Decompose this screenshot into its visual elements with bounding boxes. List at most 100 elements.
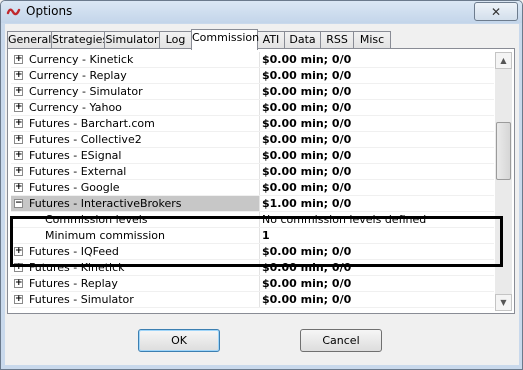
category-row[interactable]: + Currency - Simulator $0.00 min; 0/0 — [11, 84, 494, 100]
category-row[interactable]: + Futures - Google $0.00 min; 0/0 — [11, 180, 494, 196]
expand-icon[interactable]: + — [14, 87, 23, 96]
expand-icon[interactable]: + — [14, 279, 23, 288]
row-label: Futures - Kinetick — [29, 261, 125, 274]
expand-icon[interactable]: + — [14, 167, 23, 176]
row-label: Currency - Simulator — [29, 85, 143, 98]
category-row[interactable]: + Currency - Replay $0.00 min; 0/0 — [11, 68, 494, 84]
expand-icon[interactable]: + — [14, 247, 23, 256]
value-cell[interactable]: $0.00 min; 0/0 — [260, 260, 494, 275]
expand-icon[interactable]: + — [14, 151, 23, 160]
row-label: Futures - Barchart.com — [29, 117, 155, 130]
scrollbar-thumb[interactable] — [496, 122, 511, 180]
row-label: Futures - Simulator — [29, 293, 134, 306]
tab-simulator[interactable]: Simulator — [104, 31, 160, 48]
value-cell[interactable]: $0.00 min; 0/0 — [260, 68, 494, 83]
expand-icon[interactable]: + — [14, 55, 23, 64]
tab-general[interactable]: General — [7, 31, 52, 48]
row-value: 1 — [262, 229, 270, 242]
tab-misc[interactable]: Misc — [353, 31, 391, 48]
category-row[interactable]: + Futures - Replay $0.00 min; 0/0 — [11, 276, 494, 292]
expand-icon[interactable]: + — [14, 71, 23, 80]
tab-strategies[interactable]: Strategies — [51, 31, 108, 48]
name-cell: + Currency - Kinetick — [11, 52, 260, 67]
row-label: Currency - Replay — [29, 69, 127, 82]
expand-icon[interactable]: + — [14, 263, 23, 272]
value-cell[interactable]: $1.00 min; 0/0 — [260, 196, 494, 211]
value-cell[interactable]: $0.00 min; 0/0 — [260, 164, 494, 179]
row-label: Futures - InteractiveBrokers — [29, 197, 182, 210]
value-cell[interactable]: $0.00 min; 0/0 — [260, 100, 494, 115]
scroll-up-button[interactable]: ▲ — [495, 52, 512, 69]
property-row[interactable]: Commission levels No commission levels de… — [11, 212, 494, 228]
collapse-icon[interactable]: − — [14, 199, 23, 208]
value-cell[interactable]: $0.00 min; 0/0 — [260, 132, 494, 147]
row-value: No commission levels defined — [262, 213, 427, 226]
name-cell: + Currency - Yahoo — [11, 100, 260, 115]
value-cell[interactable]: $0.00 min; 0/0 — [260, 84, 494, 99]
category-row[interactable]: + Futures - Kinetick $0.00 min; 0/0 — [11, 260, 494, 276]
commission-tab-panel: + Currency - Kinetick $0.00 min; 0/0 + Curre… — [7, 48, 515, 314]
value-cell[interactable]: 1 — [260, 228, 494, 243]
category-row[interactable]: + Futures - External $0.00 min; 0/0 — [11, 164, 494, 180]
value-cell[interactable]: $0.00 min; 0/0 — [260, 276, 494, 291]
tab-log[interactable]: Log — [159, 31, 192, 48]
row-label: Futures - ESignal — [29, 149, 122, 162]
app-logo-icon — [6, 8, 21, 16]
dialog-body: General Strategies Simulator Log Commission A… — [5, 24, 519, 365]
row-value: $0.00 min; 0/0 — [262, 133, 352, 146]
value-cell[interactable]: $0.00 min; 0/0 — [260, 116, 494, 131]
cancel-button[interactable]: Cancel — [300, 329, 382, 352]
name-cell: Commission levels — [11, 212, 260, 227]
tab-rss[interactable]: RSS — [320, 31, 354, 48]
value-cell[interactable]: $0.00 min; 0/0 — [260, 244, 494, 259]
value-cell[interactable]: $0.00 min; 0/0 — [260, 52, 494, 67]
tab-commission[interactable]: Commission — [191, 29, 259, 50]
row-value: $0.00 min; 0/0 — [262, 245, 352, 258]
expand-icon[interactable]: + — [14, 295, 23, 304]
row-value: $0.00 min; 0/0 — [262, 117, 352, 130]
category-row[interactable]: + Futures - Simulator $0.00 min; 0/0 — [11, 292, 494, 308]
name-cell: + Currency - Replay — [11, 68, 260, 83]
value-cell[interactable]: $0.00 min; 0/0 — [260, 148, 494, 163]
row-label: Futures - Google — [29, 181, 120, 194]
row-value: $0.00 min; 0/0 — [262, 101, 352, 114]
name-cell: + Currency - Simulator — [11, 84, 260, 99]
expand-icon[interactable]: + — [14, 103, 23, 112]
row-label: Currency - Kinetick — [29, 53, 134, 66]
scroll-down-button[interactable]: ▼ — [495, 294, 512, 311]
vertical-scrollbar[interactable]: ▲ ▼ — [495, 52, 512, 311]
category-row[interactable]: + Futures - Barchart.com $0.00 min; 0/0 — [11, 116, 494, 132]
ok-button[interactable]: OK — [138, 329, 220, 352]
property-row[interactable]: Minimum commission 1 — [11, 228, 494, 244]
row-label: Futures - External — [29, 165, 127, 178]
name-cell: Minimum commission — [11, 228, 260, 243]
expand-icon[interactable]: + — [14, 119, 23, 128]
name-cell: + Futures - Replay — [11, 276, 260, 291]
category-row[interactable]: − Futures - InteractiveBrokers $1.00 min; … — [11, 196, 494, 212]
category-row[interactable]: + Futures - ESignal $0.00 min; 0/0 — [11, 148, 494, 164]
row-value: $0.00 min; 0/0 — [262, 69, 352, 82]
name-cell: + Futures - Kinetick — [11, 260, 260, 275]
value-cell[interactable]: No commission levels defined — [260, 212, 494, 227]
tab-ati[interactable]: ATI — [257, 31, 285, 48]
row-value: $0.00 min; 0/0 — [262, 277, 352, 290]
value-cell[interactable]: $0.00 min; 0/0 — [260, 292, 494, 307]
category-row[interactable]: + Futures - Collective2 $0.00 min; 0/0 — [11, 132, 494, 148]
category-row[interactable]: + Currency - Yahoo $0.00 min; 0/0 — [11, 100, 494, 116]
category-row[interactable]: + Currency - Kinetick $0.00 min; 0/0 — [11, 52, 494, 68]
category-row[interactable]: + Futures - IQFeed $0.00 min; 0/0 — [11, 244, 494, 260]
row-value: $0.00 min; 0/0 — [262, 293, 352, 306]
tab-data[interactable]: Data — [284, 31, 321, 48]
name-cell: + Futures - IQFeed — [11, 244, 260, 259]
scroll-up-icon: ▲ — [500, 56, 507, 65]
row-value: $0.00 min; 0/0 — [262, 165, 352, 178]
title-bar[interactable]: Options ✕ — [1, 1, 522, 23]
row-label: Commission levels — [45, 213, 148, 226]
expand-icon[interactable]: + — [14, 183, 23, 192]
row-value: $0.00 min; 0/0 — [262, 261, 352, 274]
row-value: $0.00 min; 0/0 — [262, 149, 352, 162]
close-button[interactable]: ✕ — [474, 2, 518, 21]
row-value: $1.00 min; 0/0 — [262, 197, 352, 210]
value-cell[interactable]: $0.00 min; 0/0 — [260, 180, 494, 195]
expand-icon[interactable]: + — [14, 135, 23, 144]
